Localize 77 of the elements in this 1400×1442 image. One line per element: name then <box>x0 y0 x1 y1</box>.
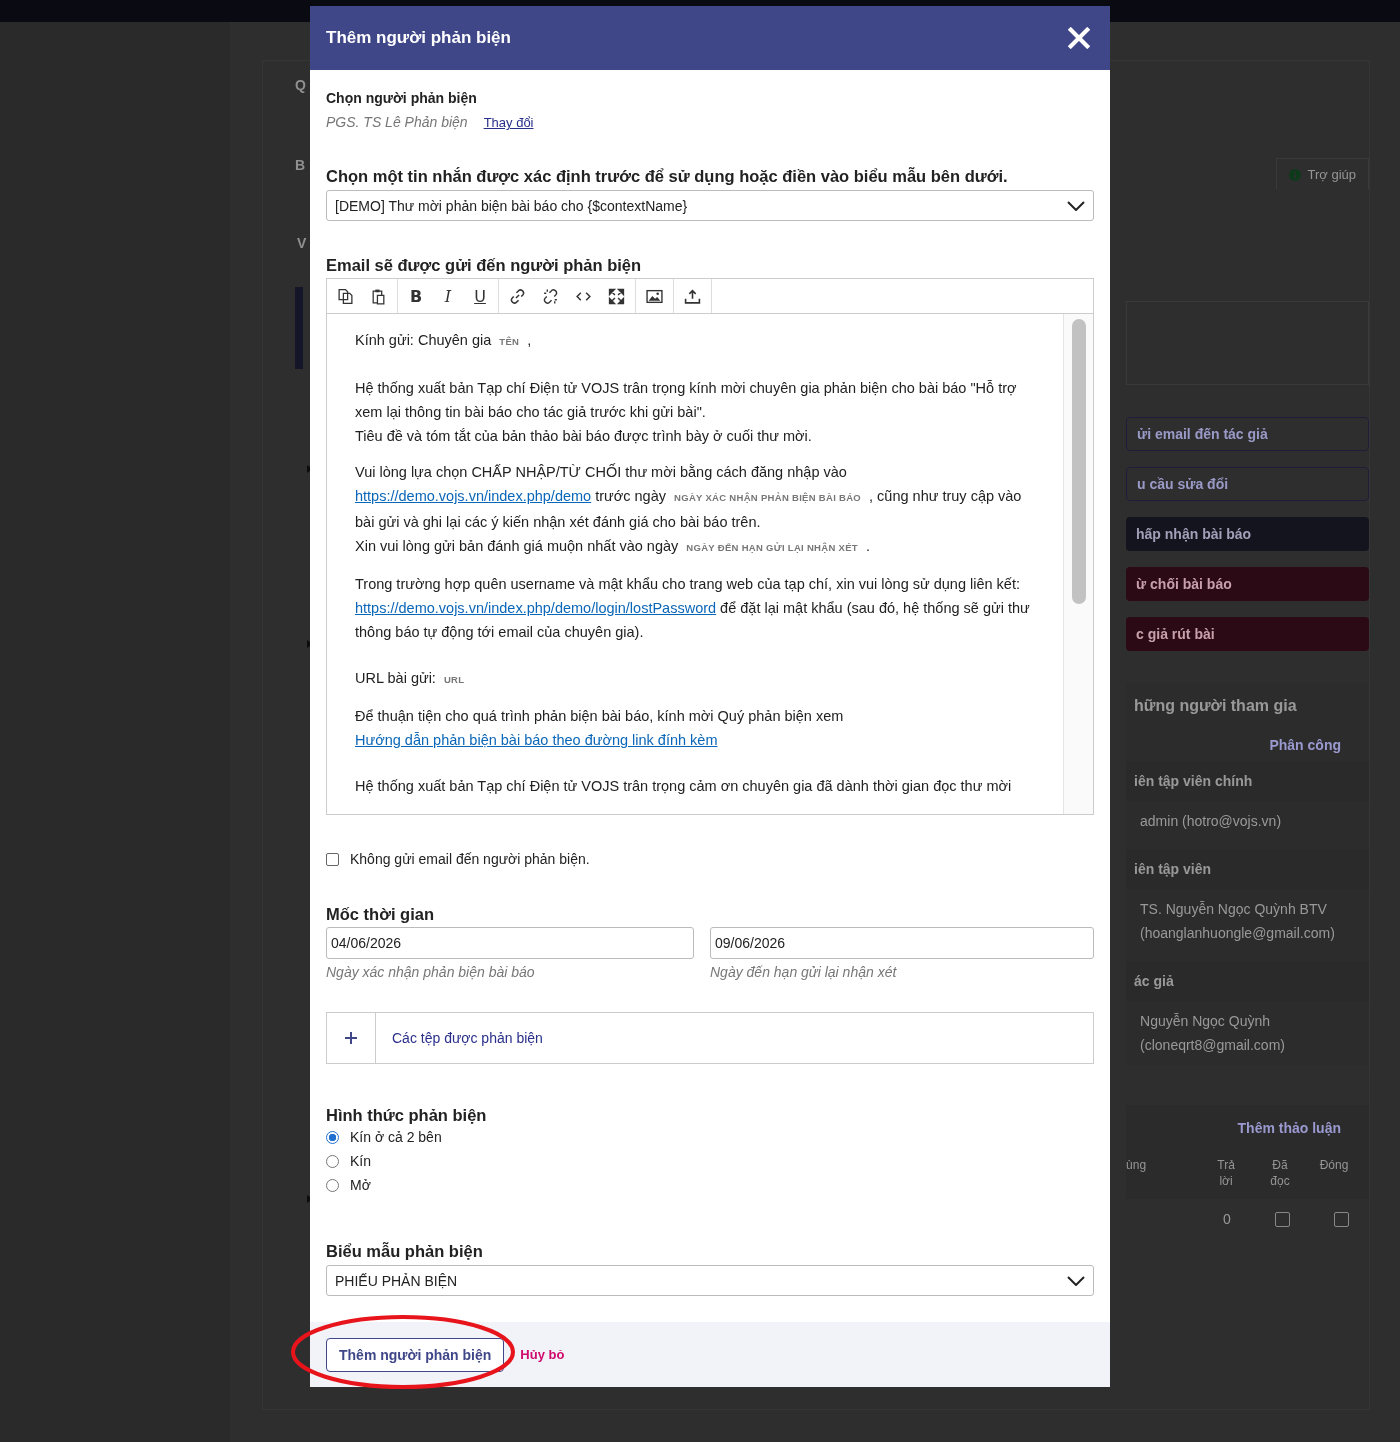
tab-label[interactable]: Q <box>295 77 306 93</box>
email-editor[interactable] <box>326 278 1094 815</box>
column-header: Đóng <box>1318 1157 1350 1173</box>
add-icon[interactable] <box>345 1032 357 1044</box>
scroll-thumb[interactable] <box>1071 319 1086 604</box>
section-label: Mốc thời gian <box>326 905 435 924</box>
email-text: URL bài gửi: URL <box>355 669 466 688</box>
email-text: Kính gửi: Chuyên gia TÊN , <box>355 331 533 350</box>
scrollbar[interactable] <box>1063 314 1093 814</box>
add-discussion-link[interactable]: Thêm thảo luận <box>1237 1120 1341 1136</box>
info-icon <box>1289 168 1302 181</box>
email-text: Xin vui lòng gửi bản đánh giá muộn nhất vào ngày NGÀY ĐẾN HẠN GỬI LẠI NHẬN XÉT . <box>355 537 871 556</box>
column-header: ùng <box>1126 1157 1148 1173</box>
email-link[interactable]: Hướng dẫn phản biện bài báo theo đường link đính kèm <box>355 732 718 748</box>
section-label: Chọn một tin nhắn được xác định trước để sử dụng hoặc điền vào biểu mẫu bên dưới. <box>326 167 1009 186</box>
chevron-icon <box>1067 200 1085 211</box>
format-button[interactable]: B <box>408 286 424 306</box>
checkbox[interactable] <box>326 852 339 866</box>
change-link[interactable]: Thay đổi <box>483 115 534 130</box>
participant-name[interactable]: Nguyễn Ngọc Quỳnh (cloneqrt8@gmail.com) <box>1126 1001 1369 1065</box>
assign-link[interactable]: Phân công <box>1126 737 1369 753</box>
field-hint: Ngày đến hạn gửi lại nhận xét <box>710 964 898 980</box>
fullscreen-icon[interactable] <box>608 287 625 305</box>
email-link[interactable]: https://demo.vojs.vn/index.php/demo <box>355 488 592 504</box>
image-icon[interactable] <box>646 287 663 305</box>
files-link[interactable]: Các tệp được phản biện <box>392 1030 543 1046</box>
cancel-link[interactable]: Hủy bỏ <box>520 1347 565 1362</box>
help-label: Trợ giúp <box>1307 167 1356 182</box>
radio-label: Mở <box>350 1177 371 1193</box>
reply-count: 0 <box>1223 1211 1231 1227</box>
checkbox-label: Không gửi email đến người phản biện. <box>350 851 590 867</box>
date-field[interactable]: 09/06/2026 <box>710 927 1094 959</box>
email-link[interactable]: https://demo.vojs.vn/index.php/demo/login/lostPassword <box>355 600 717 616</box>
email-text: Tiêu đề và tóm tắt của bản thảo bài báo được trình bày ở cuối thư mời. <box>355 427 813 446</box>
dialog-title: Thêm người phản biện <box>326 28 511 48</box>
upload-icon[interactable] <box>684 287 701 305</box>
link-icon[interactable] <box>509 287 526 305</box>
chevron-icon <box>1067 1275 1085 1286</box>
close-icon[interactable] <box>1068 27 1090 49</box>
radio-button[interactable] <box>326 1130 339 1144</box>
radio-label: Kín ở cả 2 bên <box>350 1129 442 1145</box>
copy-icon[interactable] <box>337 287 354 305</box>
template-select[interactable]: [DEMO] Thư mời phản biện bài báo cho {$contextName} <box>326 190 1094 221</box>
submit-button[interactable]: Thêm người phản biện <box>326 1337 505 1372</box>
section-label: Hình thức phản biện <box>326 1106 488 1125</box>
email-text: Để thuận tiện cho quá trình phản biện bài báo, kính mời Quý phản biện xem Hướng dẫn phản biện bài báo theo đường link đính kèm <box>355 707 845 750</box>
action-button[interactable]: hấp nhận bài báo <box>1126 517 1369 551</box>
format-button[interactable]: I <box>440 286 456 306</box>
closed-checkbox[interactable] <box>1333 1211 1349 1227</box>
format-button[interactable]: U <box>472 286 488 306</box>
column-header: Trả lời <box>1216 1157 1236 1189</box>
form-select[interactable]: PHIẾU PHẢN BIỆN <box>326 1265 1094 1296</box>
paste-icon[interactable] <box>370 287 387 305</box>
action-button[interactable]: u cầu sửa đổi <box>1126 467 1369 501</box>
tab-label[interactable]: B <box>295 157 306 173</box>
section-label: Email sẽ được gửi đến người phản biện <box>326 256 643 275</box>
participant-name[interactable]: TS. Nguyễn Ngọc Quỳnh BTV (hoanglanhuongle@gmail.com) <box>1126 889 1369 953</box>
tab-label[interactable]: V <box>297 235 307 251</box>
read-checkbox[interactable] <box>1274 1211 1290 1227</box>
panel-title: hững người tham gia <box>1133 697 1298 715</box>
action-button[interactable]: ừ chối bài báo <box>1126 567 1369 601</box>
section-label: Chọn người phản biện <box>326 90 478 106</box>
unlink-icon[interactable] <box>542 287 559 305</box>
reviewer-name: PGS. TS Lê Phản biện <box>326 114 468 130</box>
action-button[interactable]: c giả rút bài <box>1126 617 1369 651</box>
section-label: Biểu mẫu phản biện <box>326 1242 484 1261</box>
email-text: Vui lòng lựa chọn CHẤP NHẬP/TỪ CHỐI thư mời bằng cách đăng nhập vào https://demo.vojs.vn/index.php/demo trước ngày NGÀY XÁC NHẬN PHẢN BIỆN BÀI BÁO , cũng như truy cập vào bài gửi và ghi lại các ý kiến nhận xét đánh giá cho bài báo trên. <box>355 462 1023 532</box>
action-button[interactable]: ửi email đến tác giả <box>1126 417 1369 451</box>
radio-label: Kín <box>350 1153 371 1169</box>
email-text: Hệ thống xuất bản Tạp chí Điện tử VOJS trân trọng cảm ơn chuyên gia đã dành thời gian đọc thư mời <box>355 777 1013 796</box>
help-tab[interactable]: Trợ giúp <box>1276 158 1369 189</box>
email-text: Hệ thống xuất bản Tạp chí Điện tử VOJS trân trọng kính mời chuyên gia phản biện cho bài báo "Hỗ trợ xem lại thông tin bài báo cho tác giả trước khi gửi bài". <box>355 379 1018 422</box>
column-header: Đã đọc <box>1269 1157 1291 1189</box>
email-text: Trong trường hợp quên username và mật khẩu cho trang web của tạp chí, xin vui lòng sử dụng liên kết: https://demo.vojs.vn/index.php/demo/login/lostPassword để đặt lại mật khẩu (sau đó, hệ thống sẽ gửi thư thông báo tự động tới email của chuyên gia). <box>355 575 1031 642</box>
date-field[interactable]: 04/06/2026 <box>326 927 694 959</box>
field-hint: Ngày xác nhận phản biện bài báo <box>326 964 536 980</box>
participant-name[interactable]: admin (hotro@vojs.vn) <box>1126 801 1369 841</box>
